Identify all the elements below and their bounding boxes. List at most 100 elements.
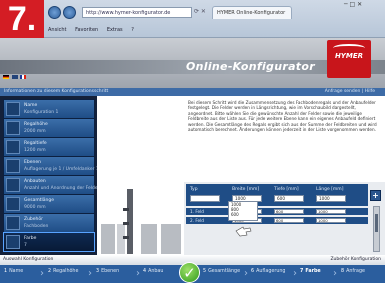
- menu-item-extras[interactable]: Extras: [107, 27, 123, 33]
- browser-chrome: http://www.hymer-konfigurator.de ⟳ ✕ HYM…: [44, 0, 385, 38]
- chevron-right-icon: ›: [333, 268, 337, 279]
- sidebar-item-height[interactable]: Regalhöhe 2000 mm: [3, 118, 95, 138]
- sidebar-item-color[interactable]: Farbe 7: [3, 232, 95, 252]
- shelf-preview: [97, 96, 184, 255]
- browser-menu: Ansicht Favoriten Extras ?: [44, 24, 385, 36]
- row-depth-value[interactable]: 600: [274, 209, 304, 214]
- type-select[interactable]: [190, 195, 220, 202]
- add-field-button[interactable]: +: [370, 190, 381, 201]
- table-row[interactable]: 1. Feld 1000 600 1000: [186, 208, 368, 215]
- menu-item-ansicht[interactable]: Ansicht: [48, 27, 66, 33]
- color-thumbnail-icon: [6, 235, 20, 249]
- step-item-6[interactable]: 6 Auflagerung: [251, 269, 285, 274]
- step-label: Anfrage: [346, 269, 365, 274]
- info-bar-left: Informationen zu diesem Konfigurationssc…: [4, 89, 109, 94]
- table-header: Typ Breite [mm] Tiefe [mm] Länge [mm] 10…: [186, 184, 368, 206]
- footer-right-label: Zubehör Konfiguration: [330, 257, 381, 262]
- sidebar-item-value: Konfiguration 1: [24, 110, 59, 115]
- column-header-type: Typ: [190, 187, 198, 192]
- row-depth-value[interactable]: 600: [274, 218, 304, 223]
- forward-button[interactable]: [63, 6, 76, 19]
- levels-thumbnail-icon: [6, 159, 20, 173]
- sidebar-item-label: Gesamtlänge: [24, 198, 54, 203]
- step-item-4[interactable]: 4 Anbau: [143, 269, 163, 274]
- shelf-panel: [161, 224, 181, 254]
- address-bar[interactable]: http://www.hymer-konfigurator.de: [82, 7, 192, 18]
- step-content: Bei diesem Schritt wird die Zusammensetz…: [184, 96, 385, 255]
- sidebar-item-label: Regalhöhe: [24, 122, 48, 127]
- depth-select[interactable]: 600: [274, 195, 304, 202]
- sidebar-item-extensions[interactable]: Anbauten Anzahl und Anordnung der Felder: [3, 175, 99, 195]
- sidebar-item-label: Farbe: [24, 236, 37, 241]
- step-item-5[interactable]: 5 Gesamtlänge: [203, 269, 240, 274]
- row-label: 1. Feld: [190, 209, 204, 214]
- sidebar-item-label: Anbauten: [24, 179, 46, 184]
- shelf-panel: [117, 224, 125, 254]
- step-number: 4: [143, 269, 147, 274]
- row-label: 2. Feld: [190, 218, 204, 223]
- step-number: 1: [4, 269, 8, 274]
- width-dropdown-list[interactable]: 1000 800 600: [228, 201, 258, 221]
- step-label: Gesamtlänge: [208, 269, 241, 274]
- app-header: Online-Konfigurator HYMER: [0, 38, 385, 88]
- row-length-value[interactable]: 1000: [316, 218, 346, 223]
- browser-tab[interactable]: HYMER Online-Konfigurator: [212, 6, 292, 19]
- language-flags: [3, 75, 27, 81]
- sidebar-item-total-length[interactable]: Gesamtlänge 9000 mm: [3, 194, 95, 214]
- english-flag-icon[interactable]: [11, 75, 18, 79]
- info-bar-links[interactable]: Anfrage senden | Hilfe: [325, 88, 375, 96]
- checkmark-icon: ✓: [179, 262, 200, 283]
- step-number: 5: [203, 269, 207, 274]
- sidebar-item-accessories[interactable]: Zubehör Fachboden: [3, 213, 95, 233]
- sidebar-item-label: Zubehör: [24, 217, 44, 222]
- shelf-panel: [141, 224, 157, 254]
- menu-item-help[interactable]: ?: [131, 27, 134, 33]
- chevron-right-icon: ›: [88, 268, 92, 279]
- step-label: Regalhöhe: [53, 269, 79, 274]
- german-flag-icon[interactable]: [3, 75, 9, 79]
- step-item-3[interactable]: 3 Ebenen: [96, 269, 119, 274]
- step-item-8[interactable]: 8 Anfrage: [341, 269, 365, 274]
- back-button[interactable]: [48, 6, 61, 19]
- shelf-panel: [101, 224, 115, 254]
- hand-cursor-icon: [235, 226, 252, 237]
- shelf-bracket: [123, 222, 129, 225]
- step-item-2[interactable]: 2 Regalhöhe: [48, 269, 78, 274]
- hymer-logo: HYMER: [327, 40, 371, 78]
- shelf-bracket: [123, 208, 129, 211]
- table-scrollbar[interactable]: [373, 206, 380, 252]
- menu-item-favoriten[interactable]: Favoriten: [75, 27, 98, 33]
- dropdown-option[interactable]: 600: [231, 212, 257, 217]
- step-label: Name: [9, 269, 24, 274]
- chevron-right-icon: ›: [293, 268, 297, 279]
- row-length-value[interactable]: 1000: [316, 209, 346, 214]
- refresh-icon[interactable]: ⟳ ✕: [194, 8, 206, 15]
- sidebar-item-name[interactable]: Name Konfiguration 1: [3, 99, 95, 119]
- scrollbar-thumb[interactable]: [375, 214, 378, 232]
- accessories-thumbnail-icon: [6, 216, 20, 230]
- table-row[interactable]: 2. Feld 1000 600 1000: [186, 217, 368, 224]
- sidebar-item-label: Ebenen: [24, 160, 41, 165]
- window-controls[interactable]: ─ □ ✕: [344, 1, 362, 8]
- sidebar-item-value: 2000 mm: [24, 129, 46, 134]
- french-flag-icon[interactable]: [20, 75, 27, 79]
- step-item-7[interactable]: 7 Farbe: [300, 269, 321, 274]
- step-number: 2: [48, 269, 52, 274]
- sidebar-item-value: 1200 mm: [24, 148, 46, 153]
- column-header-depth: Tiefe [mm]: [274, 187, 299, 192]
- step-number: 6: [251, 269, 255, 274]
- step-item-1[interactable]: 1 Name: [4, 269, 23, 274]
- chevron-right-icon: ›: [136, 268, 140, 279]
- sidebar-item-depth[interactable]: Regaltiefe 1200 mm: [3, 137, 95, 157]
- column-header-length: Länge [mm]: [316, 187, 344, 192]
- step-number: 7: [300, 269, 304, 274]
- sidebar-item-levels[interactable]: Ebenen Auflagerung je 1 / Umfeldanker 1: [3, 156, 99, 176]
- sidebar-item-label: Name: [24, 103, 38, 108]
- step-label: Auflagerung: [256, 269, 286, 274]
- step-number-badge: 7.: [0, 0, 44, 38]
- chevron-right-icon: ›: [40, 268, 44, 279]
- sidebar-item-label: Regaltiefe: [24, 141, 47, 146]
- name-thumbnail-icon: [6, 102, 20, 116]
- length-select[interactable]: 1000: [316, 195, 346, 202]
- footer-left-label: Auswahl Konfiguration: [3, 257, 54, 262]
